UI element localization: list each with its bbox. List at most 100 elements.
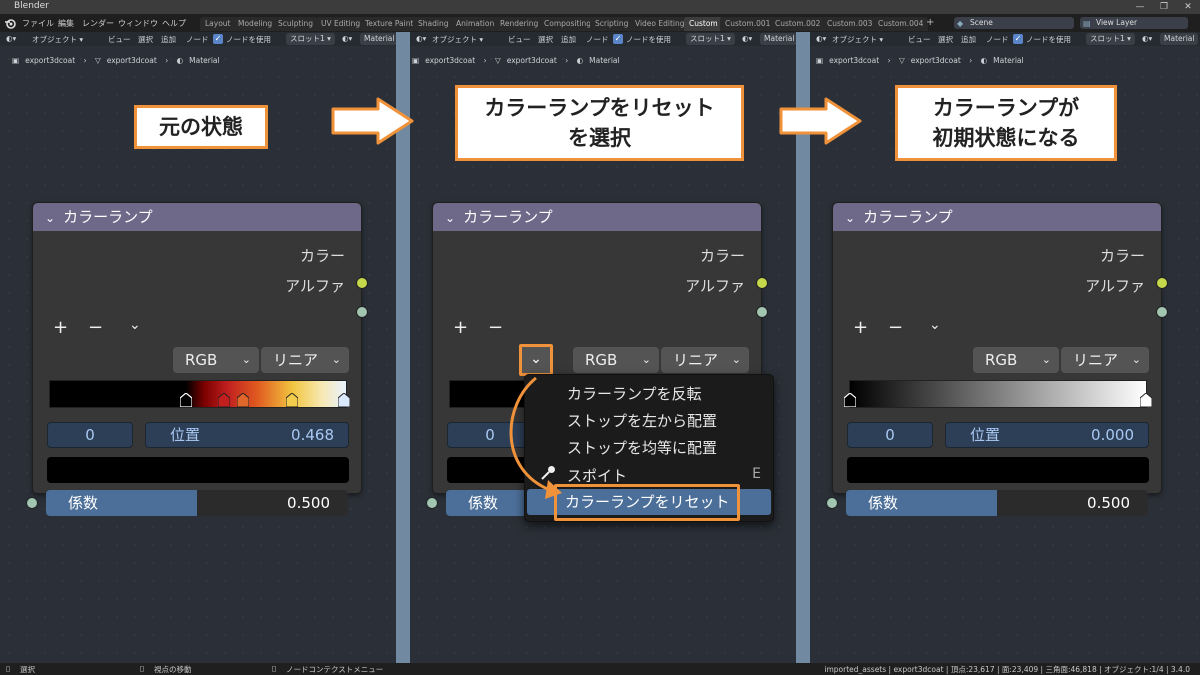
output-alpha-socket[interactable] [756,306,768,318]
maximize-icon[interactable]: ❐ [1152,0,1176,14]
stop-position-field[interactable]: 位置 0.468 [145,422,349,448]
add-stop-button[interactable]: + [453,317,468,338]
output-color-socket[interactable] [1156,277,1168,289]
slot-dropdown[interactable]: スロット1 ▾ [1086,33,1135,45]
factor-slider[interactable]: 係数 0.500 [46,490,348,516]
ramp-stop[interactable] [286,393,298,407]
object-mode-dropdown[interactable]: オブジェクト ▾ [432,34,483,45]
tab-uv-editing[interactable]: UV Editing [316,17,366,31]
menu-add[interactable]: 追加 [561,34,576,45]
menu-select[interactable]: 選択 [538,34,553,45]
slot-dropdown[interactable]: スロット1 ▾ [686,33,735,45]
tab-rendering[interactable]: Rendering [495,17,544,31]
output-alpha-socket[interactable] [1156,306,1168,318]
material-field[interactable]: Material [760,33,796,45]
interpolation-dropdown[interactable]: リニア ⌄ [661,347,749,373]
tab-custom-004[interactable]: Custom.004 [873,17,929,31]
breadcrumb-mesh[interactable]: export3dcoat [911,56,961,65]
ramp-stop[interactable] [180,393,192,407]
output-color-socket[interactable] [756,277,768,289]
menu-file[interactable]: ファイル [22,18,54,29]
tab-scripting[interactable]: Scripting [590,17,634,31]
color-mode-dropdown[interactable]: RGB ⌄ [173,347,259,373]
breadcrumb-mesh[interactable]: export3dcoat [107,56,157,65]
breadcrumb-material[interactable]: Material [589,56,619,65]
menu-item-distribute-evenly[interactable]: ストップを均等に配置 [567,437,717,458]
menu-node[interactable]: ノード [186,34,209,45]
node-header[interactable]: ⌄ カラーランプ [833,203,1161,231]
color-ramp-node[interactable]: ⌄ カラーランプ カラー アルファ + − ⌄ RGB ⌄ リニア ⌄ 0 位置 0.… [32,202,362,494]
ramp-specials-button[interactable]: ⌄ [129,317,141,333]
node-header[interactable]: ⌄ カラーランプ [33,203,361,231]
menu-node[interactable]: ノード [586,34,609,45]
slot-dropdown[interactable]: スロット1 ▾ [286,33,335,45]
menu-view[interactable]: ビュー [108,34,131,45]
use-nodes-checkbox[interactable]: ✓ [213,34,223,44]
tab-custom-003[interactable]: Custom.003 [822,17,878,31]
editor-type-icon[interactable]: ◐▾ [416,34,426,43]
breadcrumb-object[interactable]: export3dcoat [829,56,879,65]
add-stop-button[interactable]: + [853,317,868,338]
remove-stop-button[interactable]: − [88,317,103,338]
menu-window[interactable]: ウィンドウ [118,18,158,29]
collapse-chevron-icon[interactable]: ⌄ [445,204,455,232]
factor-slider[interactable]: 係数 0.500 [846,490,1148,516]
input-factor-socket[interactable] [26,497,38,509]
color-ramp-bar[interactable] [849,380,1147,408]
menu-help[interactable]: ヘルプ [162,18,186,29]
interpolation-dropdown[interactable]: リニア ⌄ [261,347,349,373]
ramp-stop[interactable] [237,393,249,407]
editor-type-icon[interactable]: ◐▾ [816,34,826,43]
stop-position-field[interactable]: 位置 0.000 [945,422,1149,448]
interpolation-dropdown[interactable]: リニア ⌄ [1061,347,1149,373]
menu-add[interactable]: 追加 [961,34,976,45]
use-nodes-checkbox[interactable]: ✓ [613,34,623,44]
input-factor-socket[interactable] [826,497,838,509]
breadcrumb-mesh[interactable]: export3dcoat [507,56,557,65]
node-header[interactable]: ⌄ カラーランプ [433,203,761,231]
stop-color-swatch[interactable] [847,457,1149,483]
breadcrumb-object[interactable]: export3dcoat [425,56,475,65]
ramp-specials-button[interactable]: ⌄ [519,344,553,376]
tab-video-editing[interactable]: Video Editing [630,17,690,31]
add-stop-button[interactable]: + [53,317,68,338]
material-icon[interactable]: ◐▾ [1142,34,1152,43]
editor-type-icon[interactable]: ◐▾ [6,34,16,43]
color-ramp-node[interactable]: ⌄ カラーランプ カラー アルファ + − ⌄ RGB ⌄ リニア ⌄ 0 位置 0.… [832,202,1162,494]
ramp-stop[interactable] [844,393,856,407]
menu-view[interactable]: ビュー [508,34,531,45]
object-mode-dropdown[interactable]: オブジェクト ▾ [32,34,83,45]
output-color-socket[interactable] [356,277,368,289]
tab-layout[interactable]: Layout [200,17,236,31]
remove-stop-button[interactable]: − [888,317,903,338]
ramp-stop[interactable] [1140,393,1152,407]
active-stop-index-field[interactable]: 0 [47,422,133,448]
menu-select[interactable]: 選択 [938,34,953,45]
tab-compositing[interactable]: Compositing [539,17,597,31]
menu-select[interactable]: 選択 [138,34,153,45]
input-factor-socket[interactable] [426,497,438,509]
material-icon[interactable]: ◐▾ [342,34,352,43]
collapse-chevron-icon[interactable]: ⌄ [45,204,55,232]
blender-logo-icon[interactable] [4,17,16,29]
color-ramp-bar[interactable] [49,380,347,408]
tab-animation[interactable]: Animation [451,17,500,31]
material-field[interactable]: Material [360,33,396,45]
minimize-icon[interactable]: — [1128,0,1152,14]
menu-item-eyedropper[interactable]: スポイト [567,465,627,486]
ramp-stop[interactable] [338,393,350,407]
tab-sculpting[interactable]: Sculpting [273,17,319,31]
breadcrumb-object[interactable]: export3dcoat [25,56,75,65]
ramp-stop[interactable] [218,393,230,407]
material-field[interactable]: Material [1160,33,1199,45]
remove-stop-button[interactable]: − [488,317,503,338]
close-icon[interactable]: ✕ [1176,0,1200,14]
scene-selector[interactable]: ◆ Scene [954,17,1074,29]
tab-custom-002[interactable]: Custom.002 [770,17,826,31]
breadcrumb-material[interactable]: Material [189,56,219,65]
tab-custom[interactable]: Custom [684,17,723,31]
color-mode-dropdown[interactable]: RGB ⌄ [573,347,659,373]
breadcrumb-material[interactable]: Material [993,56,1023,65]
tab-custom-001[interactable]: Custom.001 [720,17,776,31]
add-workspace-icon[interactable]: + [926,17,934,28]
